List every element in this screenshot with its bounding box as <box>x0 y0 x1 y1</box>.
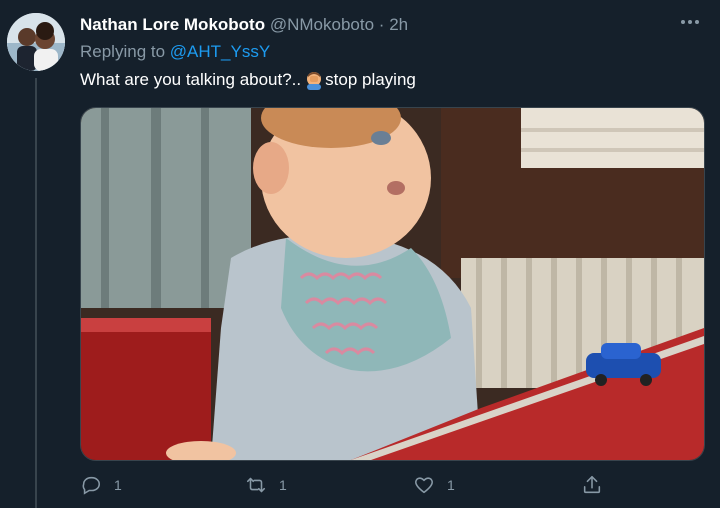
tweet-header: Nathan Lore Mokoboto @NMokoboto · 2h <box>80 14 680 36</box>
retweet-count: 1 <box>279 477 287 493</box>
share-icon <box>583 475 601 494</box>
action-bar: 1 1 1 <box>80 474 720 500</box>
tweet-text: What are you talking about?.. stop playi… <box>80 68 416 92</box>
replying-to: Replying to @AHT_YssY <box>80 41 270 63</box>
display-name[interactable]: Nathan Lore Mokoboto <box>80 15 265 34</box>
like-count: 1 <box>447 477 455 493</box>
retweet-button[interactable]: 1 <box>245 474 287 496</box>
reply-button[interactable]: 1 <box>80 474 122 496</box>
more-options-icon[interactable] <box>678 10 702 34</box>
retweet-icon <box>246 477 266 493</box>
avatar[interactable] <box>7 13 65 71</box>
facepalm-emoji-icon <box>304 70 324 90</box>
reply-count: 1 <box>114 477 122 493</box>
thread-line <box>35 78 37 508</box>
tweet-text-part2: stop playing <box>325 70 416 89</box>
reply-icon <box>82 476 101 495</box>
replying-prefix: Replying to <box>80 42 166 61</box>
baby-video-thumbnail <box>81 108 704 460</box>
heart-icon <box>415 477 433 494</box>
reply-mention-link[interactable]: @AHT_YssY <box>170 42 270 61</box>
share-button[interactable] <box>581 474 603 496</box>
user-handle[interactable]: @NMokoboto <box>270 15 374 34</box>
separator-dot: · <box>378 15 385 34</box>
like-button[interactable]: 1 <box>413 474 455 496</box>
tweet-text-part1: What are you talking about?.. <box>80 70 302 89</box>
media-video[interactable] <box>80 107 705 461</box>
tweet-timestamp[interactable]: 2h <box>389 15 408 34</box>
avatar-photo <box>7 13 65 71</box>
